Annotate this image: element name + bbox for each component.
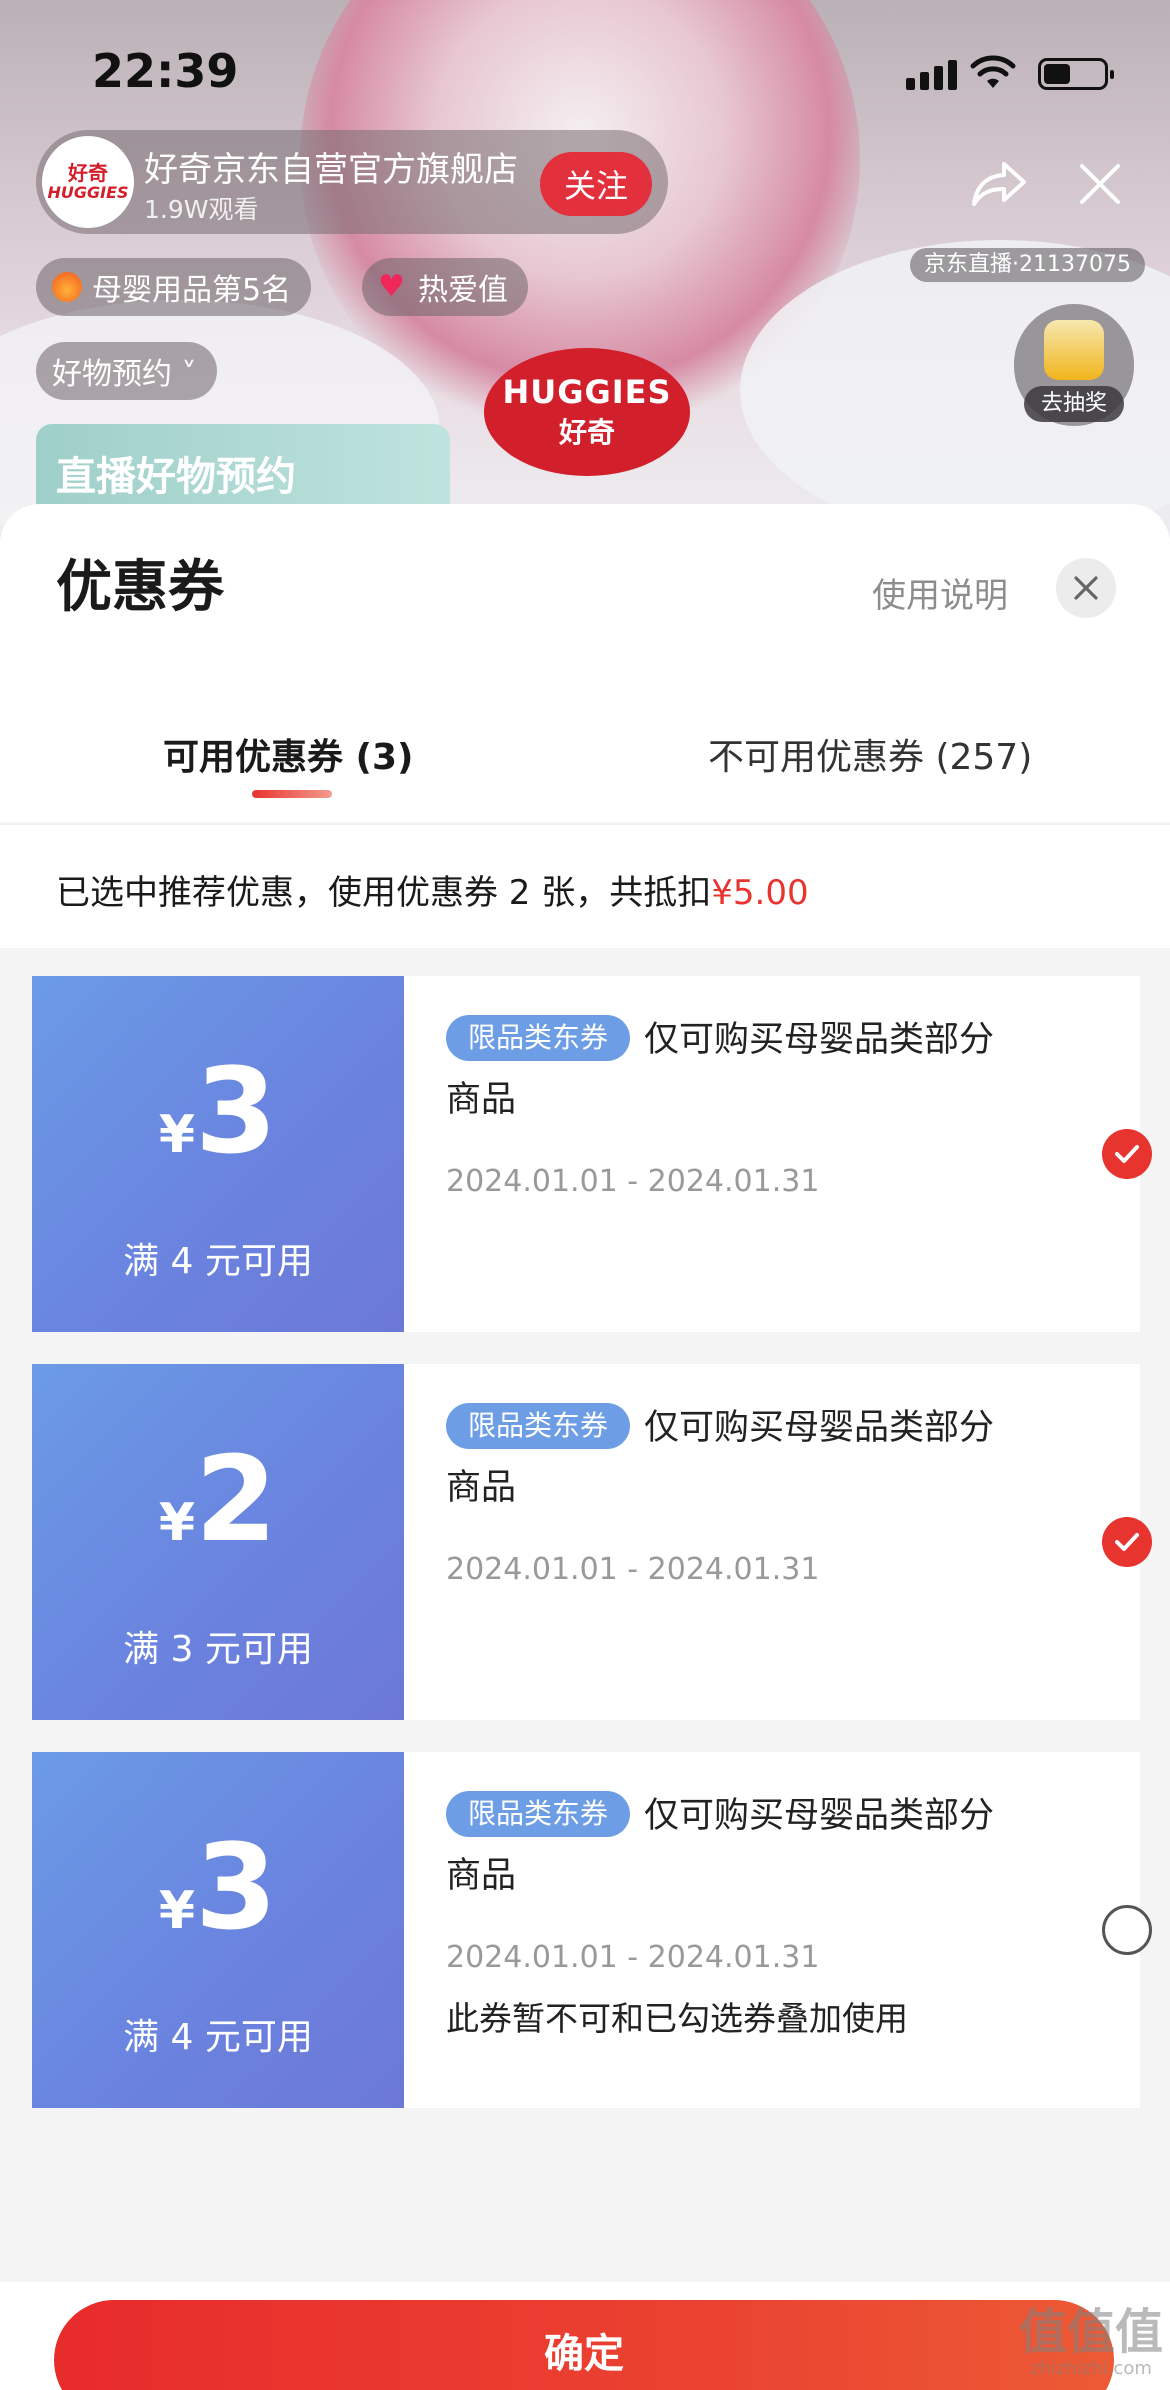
shop-avatar-subtext: HUGGIES [47, 183, 129, 202]
coupon-checkbox-unchecked[interactable] [1102, 1905, 1152, 1955]
coupon-type-badge: 限品类东券 [446, 1403, 631, 1449]
checkmark-icon [1115, 1145, 1139, 1163]
amount-value: 3 [195, 1042, 278, 1180]
love-tag[interactable]: ♥ 热爱值 [362, 258, 528, 316]
ranking-tag[interactable]: 母婴用品第5名 [36, 258, 312, 316]
lottery-label: 去抽奖 [1024, 386, 1124, 422]
coupon-validity-date: 2024.01.01 - 2024.01.31 [446, 1164, 820, 1199]
viewer-count: 1.9W观看 [144, 195, 259, 224]
coupon-description: 限品类东券 仅可购买母婴品类部分商品 [446, 1398, 1026, 1518]
brand-logo: HUGGIES 好奇 [484, 348, 690, 476]
coupon-validity-date: 2024.01.01 - 2024.01.31 [446, 1940, 820, 1975]
close-icon[interactable] [1078, 162, 1122, 206]
coupon-type-badge: 限品类东券 [446, 1015, 631, 1061]
selection-summary: 已选中推荐优惠，使用优惠券 2 张，共抵扣¥5.00 [0, 824, 1170, 948]
tab-available-coupons[interactable]: 可用优惠券 (3) [163, 728, 414, 780]
confirm-bar: 确定 [0, 2282, 1170, 2390]
coupon-type-badge: 限品类东券 [446, 1791, 631, 1837]
battery-icon [1038, 58, 1114, 90]
discount-amount: ¥5.00 [711, 873, 809, 913]
share-icon[interactable] [970, 160, 1028, 208]
brand-logo-subtext: 好奇 [558, 416, 615, 449]
lottery-button[interactable]: 去抽奖 [1014, 304, 1134, 426]
watermark-logo: 值值值 [1018, 2304, 1163, 2360]
sheet-close-button[interactable] [1056, 558, 1116, 618]
coupon-info: 限品类东券 仅可购买母婴品类部分商品 2024.01.01 - 2024.01.3… [404, 976, 1152, 1332]
checkmark-icon [1115, 1533, 1139, 1551]
coupon-checkbox-checked[interactable] [1102, 1517, 1152, 1567]
live-room-id: 京东直播·21137075 [910, 248, 1145, 282]
shop-header[interactable]: 好奇 HUGGIES 好奇京东自营官方旗舰店 1.9W观看 关注 [36, 130, 668, 234]
coupon-value-panel: ¥3 满 4 元可用 [26, 1752, 404, 2108]
amount-value: 2 [195, 1430, 278, 1568]
follow-button[interactable]: 关注 [540, 152, 652, 216]
coupon-card[interactable]: ¥3 满 4 元可用 限品类东券 仅可购买母婴品类部分商品 2024.01.01 … [26, 1752, 1152, 2108]
heart-icon: ♥ [378, 269, 405, 304]
coupon-value-panel: ¥2 满 3 元可用 [26, 1364, 404, 1720]
coupon-description: 限品类东券 仅可购买母婴品类部分商品 [446, 1786, 1026, 1906]
watermark: 值值值 zhizhizhi.com [1016, 2306, 1166, 2380]
coupon-checkbox-checked[interactable] [1102, 1129, 1152, 1179]
coupon-sheet: 优惠券 使用说明 可用优惠券 (3) 不可用优惠券 (257) 已选中推荐优惠，… [0, 504, 1170, 2390]
coupon-amount: ¥3 [32, 1052, 404, 1170]
status-bar: 22:39 [0, 0, 1170, 140]
shop-name[interactable]: 好奇京东自营官方旗舰店 [144, 142, 536, 191]
currency-symbol: ¥ [158, 1105, 196, 1165]
gift-jar-icon [1044, 320, 1104, 380]
ranking-tag-label: 母婴用品第5名 [92, 273, 292, 308]
coupon-threshold: 满 4 元可用 [123, 2017, 313, 2058]
shop-avatar[interactable]: 好奇 HUGGIES [42, 136, 134, 228]
status-time: 22:39 [92, 44, 239, 98]
coupon-card[interactable]: ¥3 满 4 元可用 限品类东券 仅可购买母婴品类部分商品 2024.01.01 … [26, 976, 1152, 1332]
wifi-icon [970, 55, 1016, 88]
reserve-dropdown-label: 好物预约 ˅ [52, 357, 197, 392]
coupon-stacking-note: 此券暂不可和已勾选券叠加使用 [446, 1999, 908, 2038]
summary-prefix: 已选中推荐优惠，使用优惠券 2 张，共抵扣 [56, 873, 712, 913]
cellular-signal-icon [906, 60, 957, 90]
usage-instructions-link[interactable]: 使用说明 [872, 568, 1008, 617]
coupon-threshold: 满 3 元可用 [123, 1629, 313, 1670]
coupon-validity-date: 2024.01.01 - 2024.01.31 [446, 1552, 820, 1587]
coupon-value-panel: ¥3 满 4 元可用 [26, 976, 404, 1332]
coupon-amount: ¥3 [32, 1828, 404, 1946]
love-tag-label: 热爱值 [418, 273, 508, 308]
active-tab-indicator [252, 790, 332, 798]
sheet-title: 优惠券 [56, 555, 224, 620]
coupon-info: 限品类东券 仅可购买母婴品类部分商品 2024.01.01 - 2024.01.3… [404, 1752, 1152, 2108]
sheet-header: 优惠券 使用说明 可用优惠券 (3) 不可用优惠券 (257) [0, 504, 1170, 822]
confirm-button[interactable]: 确定 [54, 2300, 1114, 2390]
tab-unavailable-coupons[interactable]: 不可用优惠券 (257) [708, 728, 1032, 780]
close-icon [1074, 576, 1098, 600]
currency-symbol: ¥ [158, 1881, 196, 1941]
coupon-info: 限品类东券 仅可购买母婴品类部分商品 2024.01.01 - 2024.01.3… [404, 1364, 1152, 1720]
fire-icon [52, 272, 82, 302]
coupon-amount: ¥2 [32, 1440, 404, 1558]
currency-symbol: ¥ [158, 1493, 196, 1553]
shop-avatar-text: 好奇 [68, 161, 108, 185]
reserve-dropdown[interactable]: 好物预约 ˅ [36, 342, 217, 400]
coupon-card[interactable]: ¥2 满 3 元可用 限品类东券 仅可购买母婴品类部分商品 2024.01.01 … [26, 1364, 1152, 1720]
amount-value: 3 [195, 1818, 278, 1956]
brand-logo-text: HUGGIES [502, 373, 672, 411]
summary-text: 已选中推荐优惠，使用优惠券 2 张，共抵扣¥5.00 [56, 865, 809, 914]
coupon-threshold: 满 4 元可用 [123, 1241, 313, 1282]
watermark-site: zhizhizhi.com [1030, 2358, 1152, 2379]
coupon-description: 限品类东券 仅可购买母婴品类部分商品 [446, 1010, 1026, 1130]
